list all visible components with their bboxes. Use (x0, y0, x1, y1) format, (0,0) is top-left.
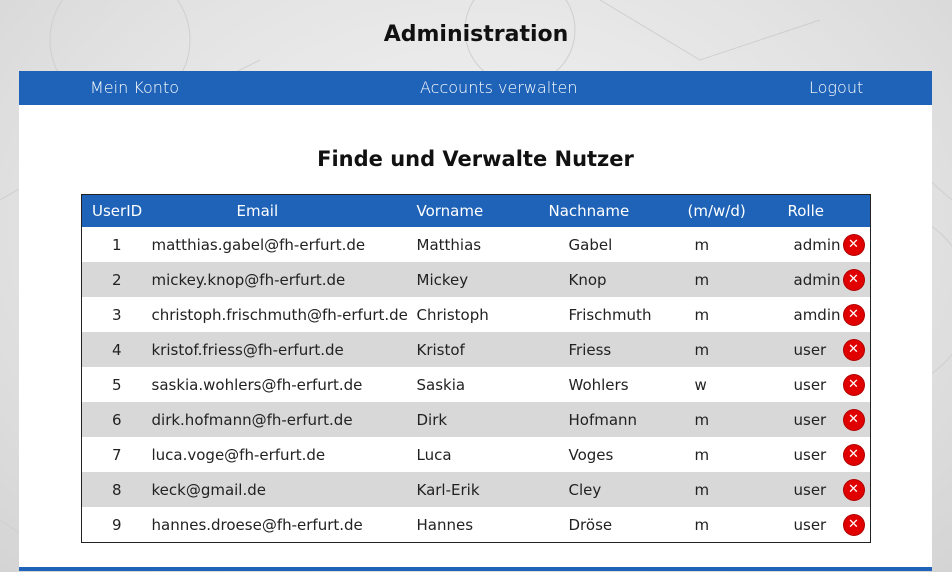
cell-gender: w (674, 367, 772, 402)
cell-role: user (771, 332, 844, 367)
cell-lastname: Voges (548, 437, 675, 472)
cell-userid: 1 (81, 227, 152, 262)
cell-role: admin (771, 227, 844, 262)
delete-user-button[interactable]: ✕ (843, 409, 864, 430)
site-title: Administration (383, 22, 569, 47)
delete-cell: ✕ (843, 402, 871, 437)
cell-userid: 2 (81, 262, 152, 297)
cell-gender: m (674, 227, 772, 262)
cell-role: user (771, 472, 844, 507)
cell-lastname: Knop (548, 262, 675, 297)
table-row: 3 christoph.frischmuth@fh-erfurt.de Christ… (81, 297, 871, 332)
cell-role: admin (771, 262, 844, 297)
cell-gender: m (674, 472, 772, 507)
nav-manage-accounts[interactable]: Accounts verwalten (420, 71, 578, 105)
delete-cell: ✕ (843, 227, 871, 262)
table-header-row: UserID Email Vorname Nachname (m/w/d) Ro… (81, 194, 871, 227)
cell-gender: m (674, 262, 772, 297)
cell-userid: 8 (81, 472, 152, 507)
main-panel: Finde und Verwalte Nutzer UserID Email V… (19, 105, 932, 571)
delete-user-button[interactable]: ✕ (843, 234, 864, 255)
navbar: Mein Konto Accounts verwalten Logout (19, 71, 932, 105)
cell-email: matthias.gabel@fh-erfurt.de (151, 227, 417, 262)
cell-gender: m (674, 437, 772, 472)
nav-my-account[interactable]: Mein Konto (90, 71, 179, 105)
column-header-actions (843, 194, 871, 227)
cell-firstname: Mickey (416, 262, 549, 297)
cell-userid: 4 (81, 332, 152, 367)
cell-role: user (771, 437, 844, 472)
cell-firstname: Christoph (416, 297, 549, 332)
table-row: 8 keck@gmail.de Karl-Erik Cley m user ✕ (81, 472, 871, 507)
cell-gender: m (674, 402, 772, 437)
cell-firstname: Matthias (416, 227, 549, 262)
page-heading: Finde und Verwalte Nutzer (317, 147, 634, 171)
cell-userid: 5 (81, 367, 152, 402)
delete-user-button[interactable]: ✕ (843, 514, 864, 535)
cell-gender: m (674, 332, 772, 367)
delete-user-button[interactable]: ✕ (843, 479, 864, 500)
cell-lastname: Gabel (548, 227, 675, 262)
delete-cell: ✕ (843, 437, 871, 472)
cell-email: hannes.droese@fh-erfurt.de (151, 507, 417, 543)
cell-role: user (771, 402, 844, 437)
cell-userid: 6 (81, 402, 152, 437)
cell-firstname: Karl-Erik (416, 472, 549, 507)
cell-lastname: Cley (548, 472, 675, 507)
cell-gender: m (674, 297, 772, 332)
delete-cell: ✕ (843, 472, 871, 507)
cell-email: keck@gmail.de (151, 472, 417, 507)
column-header-email: Email (151, 194, 417, 227)
cell-email: saskia.wohlers@fh-erfurt.de (151, 367, 417, 402)
delete-cell: ✕ (843, 507, 871, 543)
delete-user-button[interactable]: ✕ (843, 339, 864, 360)
cell-email: christoph.frischmuth@fh-erfurt.de (151, 297, 417, 332)
users-table: UserID Email Vorname Nachname (m/w/d) Ro… (81, 194, 871, 543)
cell-lastname: Frischmuth (548, 297, 675, 332)
cell-firstname: Luca (416, 437, 549, 472)
cell-role: amdin (771, 297, 844, 332)
column-header-firstname: Vorname (416, 194, 549, 227)
table-row: 5 saskia.wohlers@fh-erfurt.de Saskia Wohler… (81, 367, 871, 402)
cell-firstname: Hannes (416, 507, 549, 543)
cell-lastname: Hofmann (548, 402, 675, 437)
column-header-gender: (m/w/d) (674, 194, 772, 227)
delete-cell: ✕ (843, 262, 871, 297)
cell-firstname: Kristof (416, 332, 549, 367)
column-header-role: Rolle (771, 194, 844, 227)
cell-email: luca.voge@fh-erfurt.de (151, 437, 417, 472)
cell-role: user (771, 367, 844, 402)
nav-logout[interactable]: Logout (809, 71, 863, 105)
cell-gender: m (674, 507, 772, 543)
cell-role: user (771, 507, 844, 543)
cell-email: kristof.friess@fh-erfurt.de (151, 332, 417, 367)
delete-cell: ✕ (843, 332, 871, 367)
delete-user-button[interactable]: ✕ (843, 269, 864, 290)
table-row: 1 matthias.gabel@fh-erfurt.de Matthias Gabe… (81, 227, 871, 262)
delete-cell: ✕ (843, 297, 871, 332)
column-header-lastname: Nachname (548, 194, 675, 227)
delete-user-button[interactable]: ✕ (843, 374, 864, 395)
table-row: 7 luca.voge@fh-erfurt.de Luca Voges m user ✕ (81, 437, 871, 472)
cell-lastname: Wohlers (548, 367, 675, 402)
cell-userid: 9 (81, 507, 152, 543)
table-row: 2 mickey.knop@fh-erfurt.de Mickey Knop m admi… (81, 262, 871, 297)
column-header-userid: UserID (81, 194, 152, 227)
cell-userid: 7 (81, 437, 152, 472)
cell-lastname: Dröse (548, 507, 675, 543)
table-row: 4 kristof.friess@fh-erfurt.de Kristof Fries… (81, 332, 871, 367)
cell-firstname: Saskia (416, 367, 549, 402)
cell-email: dirk.hofmann@fh-erfurt.de (151, 402, 417, 437)
delete-user-button[interactable]: ✕ (843, 304, 864, 325)
delete-user-button[interactable]: ✕ (843, 444, 864, 465)
table-row: 9 hannes.droese@fh-erfurt.de Hannes Dröse m u… (81, 507, 871, 543)
cell-userid: 3 (81, 297, 152, 332)
cell-firstname: Dirk (416, 402, 549, 437)
delete-cell: ✕ (843, 367, 871, 402)
cell-lastname: Friess (548, 332, 675, 367)
cell-email: mickey.knop@fh-erfurt.de (151, 262, 417, 297)
table-row: 6 dirk.hofmann@fh-erfurt.de Dirk Hofmann m us… (81, 402, 871, 437)
